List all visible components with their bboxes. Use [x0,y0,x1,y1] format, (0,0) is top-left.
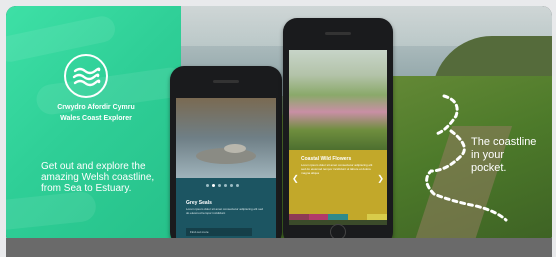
carousel-dots[interactable] [206,184,246,188]
phone-mockup-seals: Grey Seals Lorem ipsum dolor sit amet co… [170,66,282,245]
phone-mockup-flowers: Coastal Wild Flowers Lorem ipsum dolor s… [283,18,393,245]
carousel-dot[interactable] [230,184,233,187]
seal [224,144,246,153]
seal-photo [176,98,276,178]
carousel-dot[interactable] [218,184,221,187]
color-segment [328,214,348,220]
phone-screen: Grey Seals Lorem ipsum dolor sit amet co… [176,98,276,245]
bottom-strip [6,238,552,257]
carousel-dot-active[interactable] [212,184,215,187]
card-body: Lorem ipsum dolor sit amet consectetur a… [301,163,373,175]
phone-speaker [325,32,351,35]
find-out-more-button[interactable]: Find out more [186,228,252,236]
phone-speaker [213,80,239,83]
color-segment [367,214,387,220]
carousel-dot[interactable] [206,184,209,187]
category-color-bar [289,214,387,220]
card-body: Lorem ipsum dolor sit amet consectetur a… [186,207,264,215]
color-segment [289,214,309,220]
card-title: Grey Seals [186,200,212,206]
chevron-right-icon[interactable]: ❯ [377,174,384,183]
promo-banner: Crwydro Afordir Cymru Wales Coast Explor… [6,6,552,245]
coastline-slogan: The coastline in your pocket. [471,136,537,174]
color-segment [347,214,368,220]
flower-photo [289,50,387,150]
color-segment [308,214,329,220]
phone-screen: Coastal Wild Flowers Lorem ipsum dolor s… [289,50,387,225]
chevron-left-icon[interactable]: ❮ [292,174,299,183]
card-title: Coastal Wild Flowers [301,156,352,162]
carousel-dot[interactable] [236,184,239,187]
carousel-dot[interactable] [224,184,227,187]
